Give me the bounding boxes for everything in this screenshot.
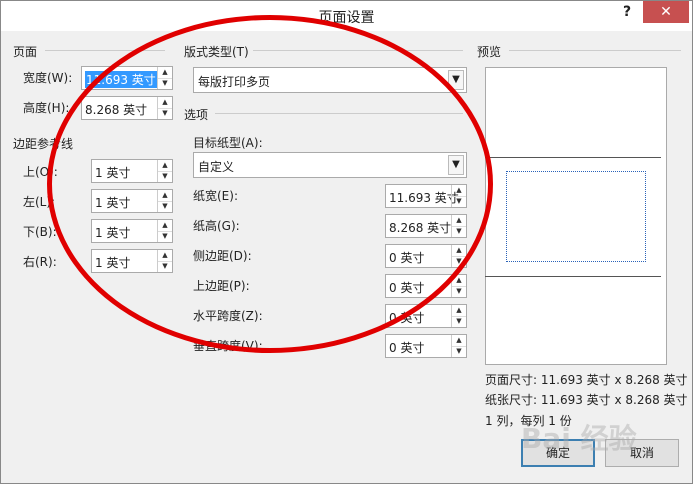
height-spinner[interactable]: 8.268 英寸 ▲ ▼ bbox=[81, 96, 173, 120]
v-gap-value[interactable]: 0 英寸 bbox=[389, 339, 424, 356]
paper-width-spinner[interactable]: 11.693 英寸 ▲ ▼ bbox=[385, 184, 467, 208]
margin-top-label: 上(O): bbox=[23, 165, 58, 179]
height-value[interactable]: 8.268 英寸 bbox=[85, 101, 147, 118]
h-gap-label: 水平跨度(Z): bbox=[193, 309, 263, 323]
top-margin-label: 上边距(P): bbox=[193, 279, 250, 293]
cancel-button[interactable]: 取消 bbox=[605, 439, 679, 467]
height-label: 高度(H): bbox=[23, 101, 70, 115]
top-margin-value[interactable]: 0 英寸 bbox=[389, 279, 424, 296]
paper-size-info: 纸张尺寸: 11.693 英寸 x 8.268 英寸 bbox=[485, 393, 688, 407]
height-spin-arrows: ▲ ▼ bbox=[157, 97, 172, 119]
margin-top-down-arrow-icon[interactable]: ▼ bbox=[158, 171, 172, 182]
target-paper-value: 自定义 bbox=[198, 160, 235, 174]
width-spinner[interactable]: 11.693 英寸 ▲ ▼ bbox=[81, 66, 173, 90]
grid-info: 1 列，每列 1 份 bbox=[485, 414, 572, 428]
top-margin-down-arrow-icon[interactable]: ▼ bbox=[452, 286, 466, 297]
side-margin-spinner[interactable]: 0 英寸 ▲ ▼ bbox=[385, 244, 467, 268]
layout-type-heading: 版式类型(T) bbox=[184, 45, 249, 59]
chevron-down-icon[interactable]: ▼ bbox=[448, 155, 464, 175]
preview-panel bbox=[485, 67, 667, 365]
margin-bottom-label: 下(B): bbox=[23, 225, 57, 239]
v-gap-spin-arrows: ▲ ▼ bbox=[451, 335, 466, 357]
close-button[interactable]: ✕ bbox=[643, 1, 689, 23]
side-margin-label: 侧边距(D): bbox=[193, 249, 252, 263]
dialog-title: 页面设置 bbox=[318, 10, 375, 26]
top-margin-spinner[interactable]: 0 英寸 ▲ ▼ bbox=[385, 274, 467, 298]
margin-bottom-spinner[interactable]: 1 英寸 ▲ ▼ bbox=[91, 219, 173, 243]
width-down-arrow-icon[interactable]: ▼ bbox=[158, 78, 172, 89]
margin-top-value[interactable]: 1 英寸 bbox=[95, 164, 130, 181]
side-margin-value[interactable]: 0 英寸 bbox=[389, 249, 424, 266]
margin-bottom-value[interactable]: 1 英寸 bbox=[95, 224, 130, 241]
paper-height-label: 纸高(G): bbox=[193, 219, 240, 233]
margin-right-down-arrow-icon[interactable]: ▼ bbox=[158, 261, 172, 272]
margin-bottom-spin-arrows: ▲ ▼ bbox=[157, 220, 172, 242]
chevron-down-icon[interactable]: ▼ bbox=[448, 70, 464, 90]
margin-bottom-down-arrow-icon[interactable]: ▼ bbox=[158, 231, 172, 242]
target-paper-select[interactable]: 自定义 ▼ bbox=[193, 152, 467, 178]
width-value[interactable]: 11.693 英寸 bbox=[85, 71, 157, 88]
paper-width-value[interactable]: 11.693 英寸 bbox=[389, 189, 459, 206]
v-gap-spinner[interactable]: 0 英寸 ▲ ▼ bbox=[385, 334, 467, 358]
title-bar: 页面设置 ? ✕ bbox=[1, 1, 692, 31]
options-heading: 选项 bbox=[184, 108, 209, 122]
page-size-info: 页面尺寸: 11.693 英寸 x 8.268 英寸 bbox=[485, 373, 688, 387]
height-down-arrow-icon[interactable]: ▼ bbox=[158, 108, 172, 119]
v-gap-down-arrow-icon[interactable]: ▼ bbox=[452, 346, 466, 357]
help-button[interactable]: ? bbox=[613, 1, 641, 23]
paper-width-label: 纸宽(E): bbox=[193, 189, 238, 203]
h-gap-value[interactable]: 0 英寸 bbox=[389, 309, 424, 326]
margin-left-label: 左(L): bbox=[23, 195, 56, 209]
side-margin-spin-arrows: ▲ ▼ bbox=[451, 245, 466, 267]
side-margin-down-arrow-icon[interactable]: ▼ bbox=[452, 256, 466, 267]
preview-divider bbox=[509, 50, 681, 51]
preview-heading: 预览 bbox=[477, 45, 502, 59]
margin-right-label: 右(R): bbox=[23, 255, 57, 269]
h-gap-spin-arrows: ▲ ▼ bbox=[451, 305, 466, 327]
layout-type-divider bbox=[253, 50, 463, 51]
target-paper-label: 目标纸型(A): bbox=[193, 136, 263, 150]
v-gap-label: 垂直跨度(V): bbox=[193, 339, 263, 353]
margin-right-spin-arrows: ▲ ▼ bbox=[157, 250, 172, 272]
ok-button[interactable]: 确定 bbox=[521, 439, 595, 467]
margin-section-heading: 边距参考线 bbox=[13, 137, 74, 151]
width-label: 宽度(W): bbox=[23, 71, 73, 85]
h-gap-spinner[interactable]: 0 英寸 ▲ ▼ bbox=[385, 304, 467, 328]
margin-left-spin-arrows: ▲ ▼ bbox=[157, 190, 172, 212]
paper-width-spin-arrows: ▲ ▼ bbox=[451, 185, 466, 207]
margin-left-spinner[interactable]: 1 英寸 ▲ ▼ bbox=[91, 189, 173, 213]
layout-type-select[interactable]: 每版打印多页 ▼ bbox=[193, 67, 467, 93]
page-setup-dialog: 页面设置 ? ✕ 页面 宽度(W): 11.693 英寸 ▲ ▼ 高度(H): … bbox=[0, 0, 693, 484]
layout-type-value: 每版打印多页 bbox=[198, 75, 271, 89]
paper-height-down-arrow-icon[interactable]: ▼ bbox=[452, 226, 466, 237]
h-gap-down-arrow-icon[interactable]: ▼ bbox=[452, 316, 466, 327]
page-section-divider bbox=[45, 50, 165, 51]
paper-height-spinner[interactable]: 8.268 英寸 ▲ ▼ bbox=[385, 214, 467, 238]
margin-top-spinner[interactable]: 1 英寸 ▲ ▼ bbox=[91, 159, 173, 183]
paper-width-down-arrow-icon[interactable]: ▼ bbox=[452, 196, 466, 207]
options-divider bbox=[215, 113, 463, 114]
margin-right-spinner[interactable]: 1 英寸 ▲ ▼ bbox=[91, 249, 173, 273]
paper-height-value[interactable]: 8.268 英寸 bbox=[389, 219, 451, 236]
margin-left-down-arrow-icon[interactable]: ▼ bbox=[158, 201, 172, 212]
margin-top-spin-arrows: ▲ ▼ bbox=[157, 160, 172, 182]
paper-height-spin-arrows: ▲ ▼ bbox=[451, 215, 466, 237]
width-spin-arrows: ▲ ▼ bbox=[157, 67, 172, 89]
margin-right-value[interactable]: 1 英寸 bbox=[95, 254, 130, 271]
preview-page bbox=[506, 171, 646, 262]
top-margin-spin-arrows: ▲ ▼ bbox=[451, 275, 466, 297]
margin-left-value[interactable]: 1 英寸 bbox=[95, 194, 130, 211]
page-section-heading: 页面 bbox=[13, 45, 38, 59]
